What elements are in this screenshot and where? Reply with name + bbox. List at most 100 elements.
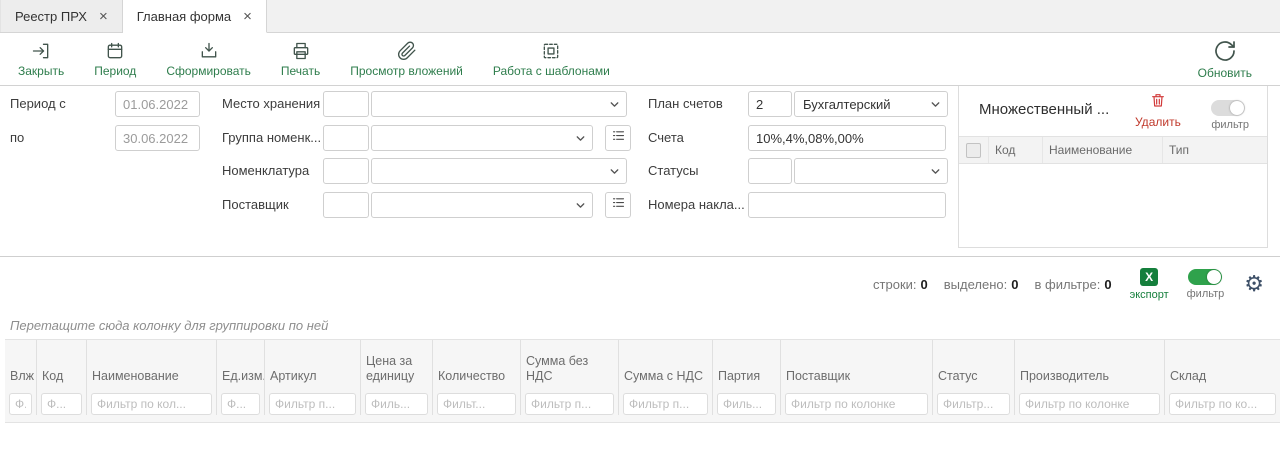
accounts-label: Счета (648, 125, 684, 151)
column-filter-input[interactable] (221, 393, 260, 415)
panel-title: Множественный ... (979, 101, 1109, 118)
group-code-input[interactable] (323, 125, 369, 151)
checkbox[interactable] (966, 143, 981, 158)
period-to-input[interactable] (115, 125, 200, 151)
calendar-icon (105, 41, 125, 61)
column-filter-input[interactable] (1019, 393, 1160, 415)
column-header[interactable]: Количество (433, 340, 521, 392)
chevron-down-icon (608, 98, 621, 114)
column-header[interactable]: Производитель (1015, 340, 1165, 392)
filter-toggle[interactable] (1211, 100, 1245, 116)
invoice-numbers-input[interactable] (748, 192, 946, 218)
group-select[interactable] (371, 125, 593, 151)
chevron-down-icon (929, 165, 942, 181)
close-form-button[interactable]: Закрыть (18, 41, 64, 78)
chevron-down-icon (574, 132, 587, 148)
column-header[interactable]: Цена за единицу (361, 340, 433, 392)
column-filter-input[interactable] (785, 393, 928, 415)
supplier-select[interactable] (371, 192, 593, 218)
tab-glavnaya-forma[interactable]: Главная форма × (123, 0, 267, 33)
filtered-stat: в фильтре:0 (1034, 277, 1111, 292)
accounts-input[interactable] (748, 125, 946, 151)
column-header[interactable]: Тип (1163, 137, 1267, 163)
tab-reestr-prh[interactable]: Реестр ПРХ × (0, 0, 123, 32)
column-filter-input[interactable] (623, 393, 708, 415)
column-filter-input[interactable] (41, 393, 82, 415)
storage-label: Место хранения (222, 91, 320, 117)
grid-filter-toggle[interactable] (1188, 269, 1222, 285)
chevron-down-icon (574, 199, 587, 215)
delete-button[interactable]: Удалить (1135, 92, 1181, 129)
statuses-label: Статусы (648, 158, 698, 184)
excel-export-icon: X (1140, 268, 1158, 286)
column-filter-input[interactable] (717, 393, 776, 415)
column-filter-input[interactable] (437, 393, 516, 415)
column-header[interactable]: Ед.изм. (217, 340, 265, 392)
toolbar-label: Работа с шаблонами (493, 64, 610, 78)
column-header[interactable]: Сумма без НДС (521, 340, 619, 392)
column-filter-input[interactable] (365, 393, 428, 415)
column-header[interactable]: Наименование (87, 340, 217, 392)
chevron-down-icon (608, 165, 621, 181)
settings-gear-icon[interactable]: ⚙ (1244, 273, 1264, 295)
delete-label: Удалить (1135, 115, 1181, 129)
grid-table: Влж Код Наименование Ед.изм. Артикул Цен… (5, 339, 1280, 423)
select-all-cell (959, 137, 989, 163)
storage-code-input[interactable] (323, 91, 369, 117)
attachments-button[interactable]: Просмотр вложений (350, 41, 463, 78)
column-header[interactable]: Влж (5, 340, 37, 392)
close-icon[interactable]: × (243, 9, 252, 24)
templates-button[interactable]: Работа с шаблонами (493, 41, 610, 78)
column-filter-input[interactable] (1169, 393, 1276, 415)
chevron-down-icon (929, 98, 942, 114)
toolbar-label: Обновить (1198, 66, 1252, 80)
column-header[interactable]: Код (37, 340, 87, 392)
chart-of-accounts-label: План счетов (648, 91, 723, 117)
column-header[interactable]: Партия (713, 340, 781, 392)
filter-pane: Период с по Место хранения Группа номенк… (0, 86, 1280, 257)
group-hierarchy-button[interactable] (605, 125, 631, 151)
print-button[interactable]: Печать (281, 41, 320, 78)
column-header[interactable]: Наименование (1043, 137, 1163, 163)
column-header[interactable]: Статус (933, 340, 1015, 392)
statuses-select[interactable] (794, 158, 948, 184)
storage-select[interactable] (371, 91, 627, 117)
export-label: экспорт (1130, 289, 1169, 301)
column-header[interactable]: Сумма с НДС (619, 340, 713, 392)
period-from-input[interactable] (115, 91, 200, 117)
generate-button[interactable]: Сформировать (166, 41, 251, 78)
rows-stat: строки:0 (873, 277, 928, 292)
refresh-button[interactable]: Обновить (1198, 39, 1252, 80)
column-header[interactable]: Склад (1165, 340, 1280, 392)
column-filter-input[interactable] (525, 393, 614, 415)
refresh-icon (1213, 39, 1237, 63)
selected-stat: выделено:0 (944, 277, 1019, 292)
grid-stats: строки:0 выделено:0 в фильтре:0 (873, 277, 1112, 292)
column-header[interactable]: Артикул (265, 340, 361, 392)
chart-of-accounts-select[interactable]: Бухгалтерский (794, 91, 948, 117)
tab-bar: Реестр ПРХ × Главная форма × (0, 0, 1280, 33)
column-filter-input[interactable] (91, 393, 212, 415)
nomenclature-code-input[interactable] (323, 158, 369, 184)
period-button[interactable]: Период (94, 41, 136, 78)
toolbar-label: Просмотр вложений (350, 64, 463, 78)
column-header[interactable]: Поставщик (781, 340, 933, 392)
supplier-code-input[interactable] (323, 192, 369, 218)
hierarchy-list-icon (611, 195, 626, 215)
column-filter-input[interactable] (269, 393, 356, 415)
column-header[interactable]: Код (989, 137, 1043, 163)
toolbar-label: Период (94, 64, 136, 78)
statuses-code-input[interactable] (748, 158, 792, 184)
chart-of-accounts-code-input[interactable] (748, 91, 792, 117)
export-button[interactable]: X экспорт (1130, 268, 1169, 301)
tab-label: Главная форма (137, 9, 231, 24)
close-icon[interactable]: × (99, 9, 108, 24)
panel-table-header: Код Наименование Тип (959, 136, 1267, 164)
group-by-dropzone[interactable]: Перетащите сюда колонку для группировки … (0, 311, 1280, 339)
nomenclature-select[interactable] (371, 158, 627, 184)
tab-label: Реестр ПРХ (15, 9, 87, 24)
invoice-numbers-label: Номера накла... (648, 192, 745, 218)
supplier-hierarchy-button[interactable] (605, 192, 631, 218)
column-filter-input[interactable] (937, 393, 1010, 415)
column-filter-input[interactable] (9, 393, 32, 415)
